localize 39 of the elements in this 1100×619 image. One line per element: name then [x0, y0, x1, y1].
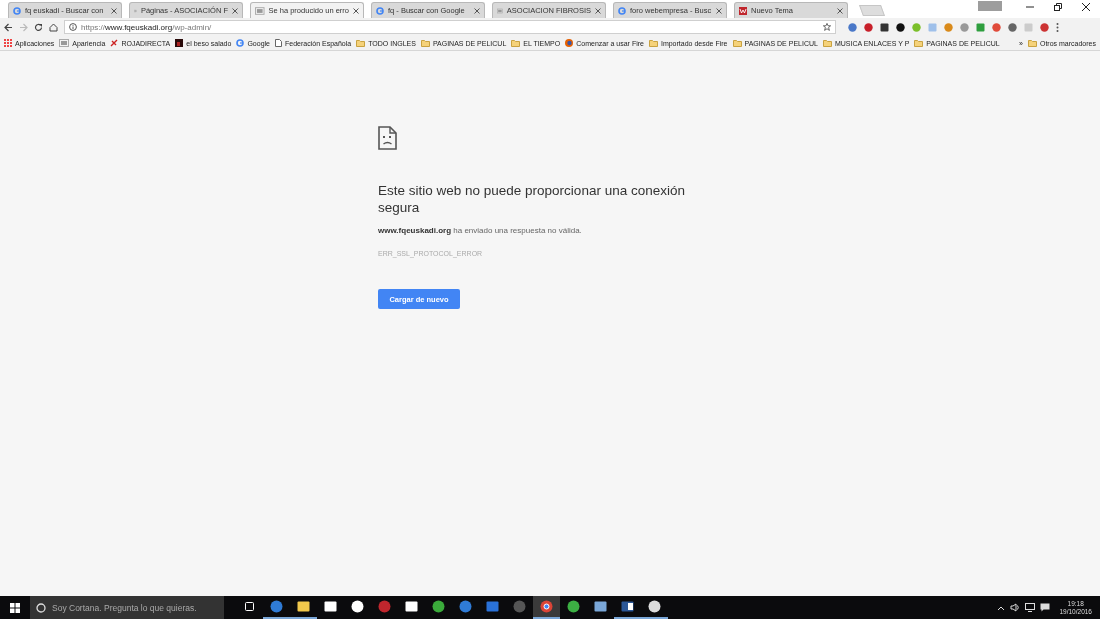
network-icon[interactable] [1025, 603, 1036, 612]
google-icon [376, 6, 384, 15]
close-icon[interactable] [353, 5, 359, 16]
home-icon[interactable] [49, 22, 58, 32]
minimize-icon[interactable] [1026, 3, 1034, 11]
menu-icon[interactable] [1056, 22, 1059, 32]
cortana-icon [36, 602, 46, 613]
google-icon [618, 6, 626, 15]
app-icon[interactable] [432, 600, 445, 613]
sad-page-icon [378, 126, 397, 150]
google-icon [13, 6, 21, 15]
page-icon [275, 39, 282, 47]
app-icon[interactable] [567, 600, 580, 613]
reload-icon[interactable] [34, 22, 43, 32]
notification-icon[interactable] [1040, 603, 1051, 612]
restore-icon[interactable] [1054, 3, 1062, 11]
word-icon[interactable] [621, 600, 634, 613]
volume-icon[interactable] [1010, 603, 1021, 612]
windows-logo-icon[interactable] [10, 602, 20, 613]
url-text: https://www.fqeuskadi.org/wp-admin/ [81, 22, 212, 32]
error-title: Este sitio web no puede proporcionar una conexión segura [378, 182, 686, 216]
app-icon[interactable] [594, 600, 607, 613]
close-icon[interactable] [1082, 3, 1090, 11]
dark-square-icon [175, 39, 184, 47]
error-message: www.fqeuskadi.org ha enviado una respuesta no válida. [378, 226, 583, 235]
info-icon[interactable] [69, 23, 77, 31]
back-icon[interactable] [4, 22, 13, 32]
address-bar[interactable]: https://www.fqeuskadi.org/wp-admin/ [64, 20, 836, 34]
google-icon [236, 39, 245, 47]
task-view-icon[interactable] [243, 600, 256, 613]
star-icon[interactable] [823, 23, 831, 31]
firefox-icon [565, 39, 574, 47]
chevron-up-icon[interactable] [997, 604, 1006, 611]
chrome-icon[interactable] [540, 600, 553, 613]
app-icon[interactable] [324, 600, 337, 613]
app-icon[interactable] [648, 600, 661, 613]
cortana-search-field[interactable]: Soy Cortana. Pregunta lo que quieras. [30, 596, 224, 619]
w-logo-icon [739, 6, 747, 15]
apps-grid-icon [4, 39, 12, 47]
